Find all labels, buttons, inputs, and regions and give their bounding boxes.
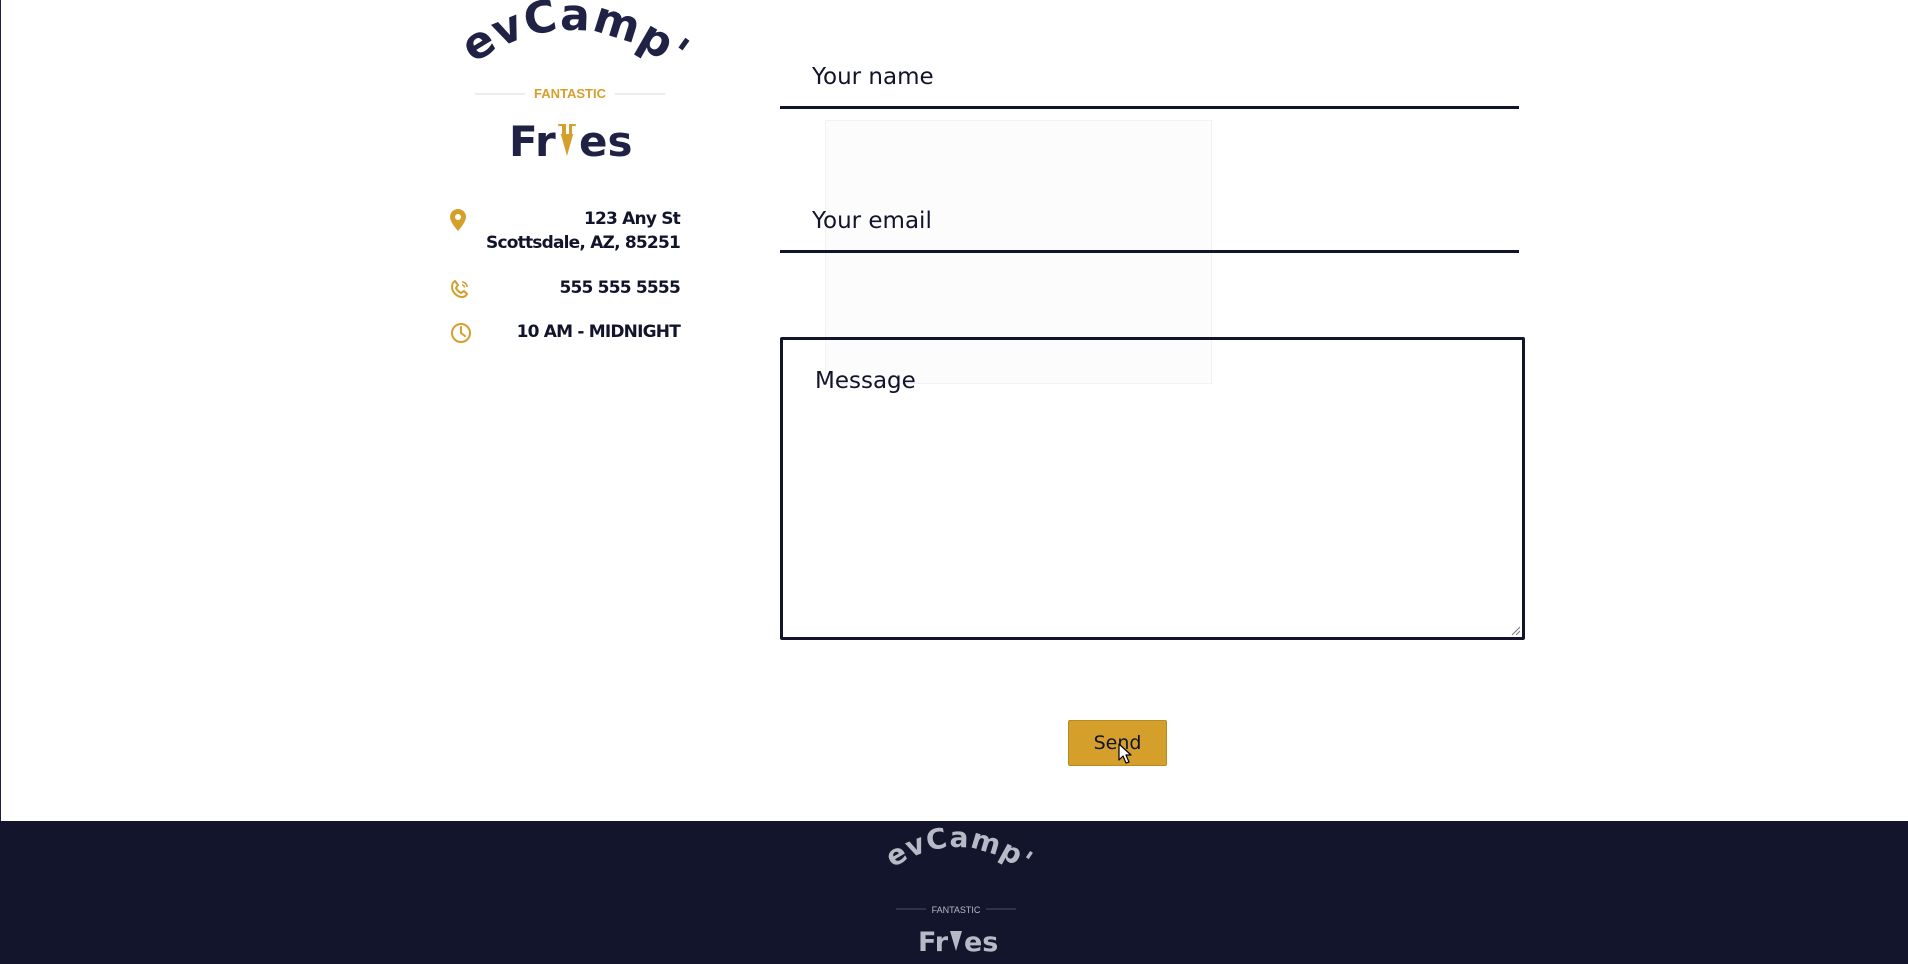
footer-brand-name-bottom-pre: Fr <box>918 927 949 957</box>
contact-hours: 10 AM - MIDNIGHT <box>450 320 681 346</box>
svg-text:DevCamp's: DevCamp's <box>445 0 695 79</box>
fries-icon <box>558 124 576 156</box>
clock-icon <box>450 320 476 346</box>
footer-logo[interactable]: DevCamp's FANTASTIC Fr es <box>864 801 1038 958</box>
phone-icon <box>450 276 476 302</box>
brand-logo[interactable]: DevCamp's FANTASTIC Fr es <box>445 0 695 170</box>
footer-brand-name-bottom-post: es <box>964 927 998 957</box>
brand-name-top: DevCamp's <box>445 0 695 79</box>
message-input[interactable] <box>783 340 1522 637</box>
footer-logo-graphic: DevCamp's FANTASTIC Fr es <box>864 801 1038 958</box>
phone-number: 555 555 5555 <box>559 278 680 298</box>
name-input[interactable] <box>780 48 1519 106</box>
footer-brand-name-top: DevCamp's <box>864 801 1038 878</box>
send-button[interactable]: Send <box>1068 720 1167 766</box>
business-hours: 10 AM - MIDNIGHT <box>516 322 681 342</box>
footer: DevCamp's FANTASTIC Fr es <box>0 801 1908 964</box>
brand-tagline: FANTASTIC <box>534 86 607 101</box>
contact-address: 123 Any St Scottsdale, AZ, 85251 <box>450 207 681 255</box>
address-line-1: 123 Any St <box>583 209 681 229</box>
footer-brand-tagline: FANTASTIC <box>932 905 981 915</box>
resize-grip-icon[interactable] <box>1510 625 1520 635</box>
contact-phone: 555 555 5555 <box>450 276 681 302</box>
map-pin-icon <box>450 207 476 233</box>
message-field[interactable] <box>780 337 1525 640</box>
name-field[interactable] <box>780 48 1519 109</box>
window-edge <box>0 0 1 964</box>
brand-name-bottom-pre: Fr <box>509 117 556 166</box>
address-line-2: Scottsdale, AZ, 85251 <box>486 233 681 253</box>
brand-name-bottom-post: es <box>579 117 632 166</box>
footer-fries-icon <box>950 931 962 951</box>
email-input[interactable] <box>780 192 1519 250</box>
brand-logo-graphic: DevCamp's FANTASTIC Fr es <box>445 0 695 166</box>
email-field[interactable] <box>780 192 1519 253</box>
svg-text:DevCamp's: DevCamp's <box>876 827 1036 878</box>
